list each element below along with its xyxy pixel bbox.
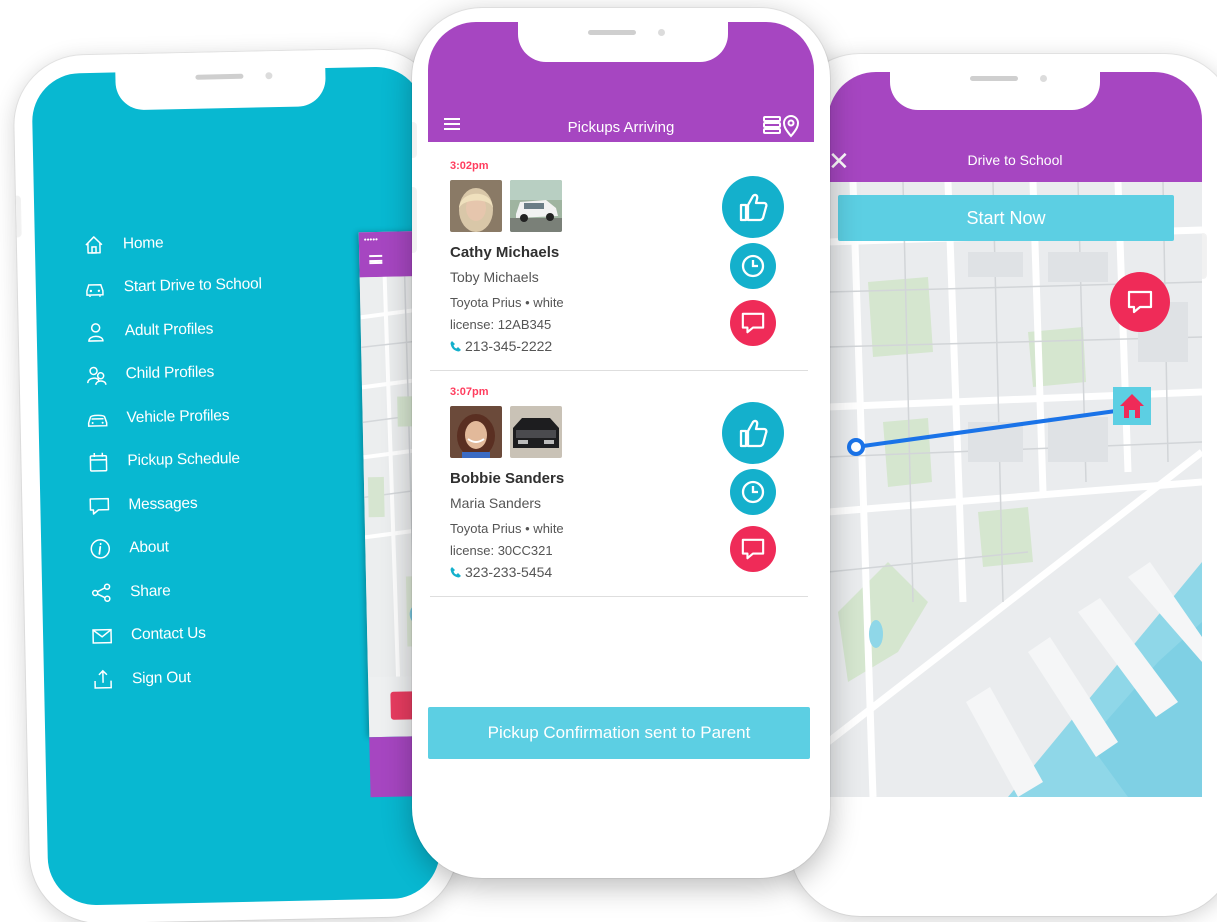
message-button[interactable] <box>730 300 776 346</box>
pickup-card[interactable]: 3:07pm Bobbie Sanders Maria Sanders Toyo… <box>430 372 808 597</box>
menu-item-label: About <box>129 538 169 557</box>
start-now-button[interactable]: Start Now <box>838 195 1174 241</box>
phone-number: 213-345-2222 <box>465 338 553 354</box>
menu-item-label: Pickup Schedule <box>127 450 241 470</box>
phone-notch <box>518 8 728 62</box>
vehicle-icon <box>87 414 108 427</box>
menu-item-home[interactable]: Home <box>82 219 261 266</box>
info-icon <box>90 539 111 559</box>
menu-item-label: Adult Profiles <box>124 320 214 340</box>
car-front-icon <box>86 284 104 298</box>
menu-item-label: Vehicle Profiles <box>126 406 230 427</box>
menu-item-about[interactable]: About <box>89 524 268 571</box>
delay-button[interactable] <box>730 243 776 289</box>
page-title: Pickups Arriving <box>567 119 675 136</box>
thumbs-up-button[interactable] <box>722 402 784 464</box>
phone-side-button <box>412 123 416 157</box>
pickup-time: 3:07pm <box>450 386 489 398</box>
camera-icon <box>658 29 665 36</box>
drive-screen: ✕ Drive to School Start Now <box>828 72 1202 898</box>
chat-icon <box>89 497 110 515</box>
phone-side-button <box>412 188 416 252</box>
chat-icon <box>741 312 765 334</box>
thumbs-up-icon <box>739 193 768 222</box>
menu-item-pickup-schedule[interactable]: Pickup Schedule <box>87 437 266 484</box>
menu-item-start-drive-to-school[interactable]: Start Drive to School <box>83 263 262 310</box>
thumbs-up-icon <box>739 419 768 448</box>
camera-icon <box>1040 75 1047 82</box>
pickups-screen: Pickups Arriving 3:02pm Cathy Michaels T… <box>428 22 814 866</box>
chat-icon <box>1127 290 1153 314</box>
menu-item-label: Share <box>130 582 171 600</box>
menu-item-label: Sign Out <box>131 668 191 687</box>
menu-item-label: Contact Us <box>130 624 206 644</box>
menu-item-label: Home <box>122 234 164 253</box>
menu-item-sign-out[interactable]: Sign Out <box>92 654 271 701</box>
phone-icon <box>450 567 461 578</box>
confirmation-banner: Pickup Confirmation sent to Parent <box>428 707 810 759</box>
vehicle-photo <box>510 406 562 458</box>
speaker-icon <box>970 76 1018 81</box>
thumbs-up-button[interactable] <box>722 176 784 238</box>
parent-name: Bobbie Sanders <box>450 470 565 487</box>
people-icon <box>87 366 107 386</box>
pickup-time: 3:02pm <box>450 160 489 172</box>
phone-number-link[interactable]: 213-345-2222 <box>450 338 552 354</box>
mini-menu-icon <box>369 254 383 265</box>
phone-menu: Home Start Drive to School Adult Profiles C… <box>12 47 460 922</box>
menu-item-vehicle-profiles[interactable]: Vehicle Profiles <box>86 393 265 440</box>
parent-avatar <box>450 406 502 458</box>
envelope-icon <box>92 629 113 645</box>
message-button[interactable] <box>1110 272 1170 332</box>
phone-side-button <box>13 196 21 237</box>
app-showcase: Home Start Drive to School Adult Profiles C… <box>0 0 1217 922</box>
clock-icon <box>741 480 765 504</box>
chat-icon <box>741 538 765 560</box>
parent-avatar <box>450 180 502 232</box>
sign-out-icon <box>94 669 112 689</box>
speaker-icon <box>588 30 636 35</box>
phone-drive: ✕ Drive to School Start Now <box>790 54 1217 916</box>
license-plate: license: 30CC321 <box>450 543 553 558</box>
menu-item-contact-us[interactable]: Contact Us <box>91 611 270 658</box>
vehicle-description: Toyota Prius • white <box>450 521 564 536</box>
vehicle-description: Toyota Prius • white <box>450 295 564 310</box>
home-icon <box>85 235 103 254</box>
child-name: Maria Sanders <box>450 495 542 511</box>
phone-notch <box>114 50 327 111</box>
speaker-icon <box>195 73 244 80</box>
school-marker-icon <box>1113 387 1151 425</box>
side-menu: Home Start Drive to School Adult Profiles C… <box>82 219 270 701</box>
calendar-icon <box>89 453 108 473</box>
menu-item-adult-profiles[interactable]: Adult Profiles <box>84 306 263 353</box>
camera-icon <box>265 72 273 80</box>
vehicle-photo <box>510 180 562 232</box>
parent-name: Cathy Michaels <box>450 244 560 261</box>
menu-item-label: Child Profiles <box>125 363 215 383</box>
menu-item-label: Messages <box>128 494 198 514</box>
menu-screen: Home Start Drive to School Adult Profiles C… <box>31 65 441 907</box>
share-icon <box>91 583 111 602</box>
delay-button[interactable] <box>730 469 776 515</box>
menu-item-share[interactable]: Share <box>90 567 269 614</box>
child-name: Toby Michaels <box>450 269 539 285</box>
pickup-card[interactable]: 3:02pm Cathy Michaels Toby Michaels Toyo… <box>430 146 808 371</box>
license-plate: license: 12AB345 <box>450 317 552 332</box>
menu-item-messages[interactable]: Messages <box>88 480 267 527</box>
message-button[interactable] <box>730 526 776 572</box>
phone-icon <box>450 341 461 352</box>
page-title: Drive to School <box>967 152 1063 168</box>
menu-item-child-profiles[interactable]: Child Profiles <box>85 350 264 397</box>
person-icon <box>88 322 104 342</box>
menu-item-label: Start Drive to School <box>123 275 262 296</box>
mini-signal-icon: ••••• <box>363 234 378 245</box>
phone-pickups: Pickups Arriving 3:02pm Cathy Michaels T… <box>412 8 830 878</box>
phone-notch <box>890 54 1100 110</box>
list-map-toggle-icon[interactable] <box>762 112 802 138</box>
phone-number-link[interactable]: 323-233-5454 <box>450 564 552 580</box>
clock-icon <box>741 254 765 278</box>
phone-number: 323-233-5454 <box>465 564 553 580</box>
